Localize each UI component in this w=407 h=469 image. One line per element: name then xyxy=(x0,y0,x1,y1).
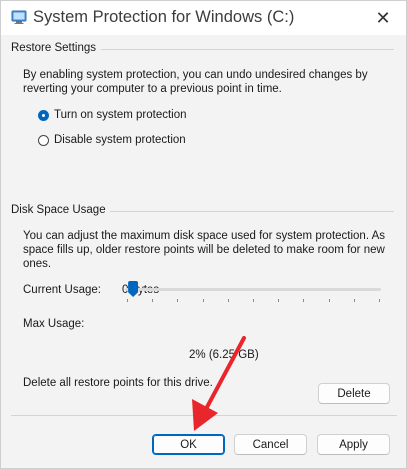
apply-button[interactable]: Apply xyxy=(317,434,390,455)
max-usage-label: Max Usage: xyxy=(23,318,85,330)
slider-tick xyxy=(227,299,229,302)
delete-description: Delete all restore points for this drive… xyxy=(23,377,213,389)
radio-disable-protection[interactable]: Disable system protection xyxy=(38,134,186,146)
slider-tick xyxy=(328,299,330,302)
close-icon: ✕ xyxy=(375,7,391,28)
restore-settings-title: Restore Settings xyxy=(11,42,101,54)
footer-divider xyxy=(11,415,397,416)
radio-indicator-unselected xyxy=(38,134,49,146)
close-button[interactable]: ✕ xyxy=(360,1,406,35)
restore-settings-divider xyxy=(101,49,394,50)
slider-tick xyxy=(353,299,355,302)
radio-turn-on-protection[interactable]: Turn on system protection xyxy=(38,109,187,121)
max-usage-value: 2% (6.25 GB) xyxy=(189,349,259,361)
system-properties-icon xyxy=(11,10,27,24)
slider-tick xyxy=(202,299,204,302)
slider-tick xyxy=(278,299,280,302)
slider-tick xyxy=(152,299,154,302)
cancel-button[interactable]: Cancel xyxy=(234,434,307,455)
disk-space-description: You can adjust the maximum disk space us… xyxy=(23,230,386,270)
current-usage-label: Current Usage: xyxy=(23,284,101,296)
system-protection-dialog: System Protection for Windows (C:) ✕ Res… xyxy=(0,0,407,469)
disk-space-divider xyxy=(101,211,394,212)
delete-button[interactable]: Delete xyxy=(318,383,390,404)
slider-tick xyxy=(253,299,254,302)
disk-space-title: Disk Space Usage xyxy=(11,204,110,216)
slider-tick xyxy=(177,299,179,302)
slider-tick xyxy=(127,299,128,302)
restore-settings-description: By enabling system protection, you can u… xyxy=(23,69,368,95)
window-title: System Protection for Windows (C:) xyxy=(33,8,295,26)
slider-tick xyxy=(303,299,305,302)
title-bar: System Protection for Windows (C:) ✕ xyxy=(1,1,406,35)
radio-label-turn-on: Turn on system protection xyxy=(54,109,187,121)
radio-indicator-selected xyxy=(38,109,49,121)
ok-button[interactable]: OK xyxy=(152,434,225,455)
slider-tick xyxy=(379,299,380,302)
radio-label-disable: Disable system protection xyxy=(54,134,186,146)
max-usage-slider-track[interactable] xyxy=(125,288,381,291)
